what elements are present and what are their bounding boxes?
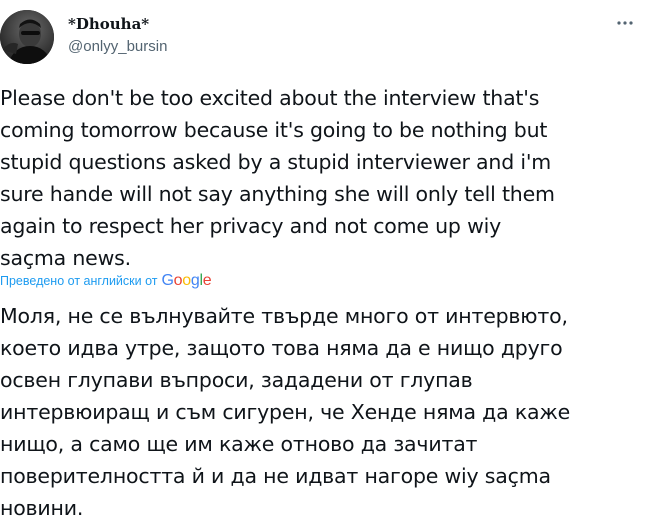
user-handle[interactable]: @onlyy_bursin <box>68 38 167 55</box>
tweet-header: *Dhouha* @onlyy_bursin <box>0 0 649 72</box>
profile-photo-icon <box>0 10 54 64</box>
tweet-text: Please don't be too excited about the in… <box>0 86 555 270</box>
google-logo-letter: G <box>161 272 174 289</box>
more-horizontal-icon[interactable] <box>612 10 638 36</box>
translated-by-label[interactable]: Преведено от английски от <box>0 274 158 288</box>
google-logo-letter: o <box>182 272 191 289</box>
google-logo-letter: o <box>173 272 183 289</box>
translated-text: Моля, не се вълнувайте твърде много от и… <box>0 304 571 520</box>
display-name[interactable]: *Dhouha* <box>68 15 149 33</box>
google-logo: Google <box>162 272 212 290</box>
translation-credit[interactable]: Преведено от английски от Google <box>0 271 212 291</box>
google-logo-letter: e <box>202 272 212 289</box>
avatar[interactable] <box>0 10 54 64</box>
